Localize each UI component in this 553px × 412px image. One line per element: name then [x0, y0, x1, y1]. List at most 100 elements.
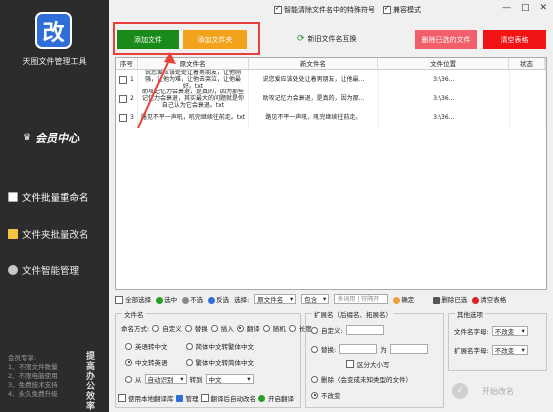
radio-zh-to-en[interactable]: [125, 358, 132, 366]
radio-ext-replace[interactable]: [311, 345, 318, 353]
cell-location: 3:\36...: [379, 89, 510, 108]
radio-trad-to-simp[interactable]: [185, 358, 193, 366]
cell-orig-name: 路见不平一声吼，吼完继续往前走。txt: [138, 108, 249, 127]
delete-selected-button[interactable]: 删除已选: [433, 294, 467, 304]
ext-replace-to-input[interactable]: [389, 344, 428, 354]
sidebar-item-smart-manage[interactable]: 文件智能管理: [8, 260, 108, 280]
row-checkbox[interactable]: [119, 113, 127, 122]
close-icon[interactable]: ✕: [539, 3, 547, 13]
radio-simp-to-trad[interactable]: [185, 342, 193, 350]
vip-center-button[interactable]: ♛ 会员中心: [23, 130, 79, 146]
row-checkbox[interactable]: [119, 94, 127, 103]
match-select[interactable]: 包含 ▾: [301, 294, 330, 304]
table-row[interactable]: 3 路见不平一声吼，吼完继续往前走。txt 路见不平一声吼，吼完继续往前走。 3…: [116, 108, 546, 127]
scope-select[interactable]: 原文件名 ▾: [254, 294, 297, 304]
slogan-char: 率: [86, 402, 96, 412]
radio-from[interactable]: [125, 375, 132, 383]
panel-title: 扩展名（后缀名、拓展名）: [312, 309, 394, 319]
cell-location: 3:\36...: [379, 108, 510, 127]
radio-insert[interactable]: [210, 324, 218, 332]
table-row[interactable]: 2 助攻记忆力会衰退，是真的，因为那些记忆力会衰退，其实最大的问题就是你自己认为…: [116, 89, 546, 108]
sidebar-item-folder-rename[interactable]: 文件夹批量改名: [8, 224, 108, 244]
case-sensitive-checkbox[interactable]: [346, 360, 354, 368]
sidebar: 改 天图文件管理工具 ♛ 会员中心 文件批量重命名 文件夹批量改名 文件智能管理…: [0, 0, 109, 412]
minimize-icon[interactable]: —: [502, 3, 511, 13]
clear-table-button[interactable]: 清空表格: [483, 30, 546, 49]
trash-icon: [433, 296, 441, 304]
chevron-down-icon: ▾: [323, 295, 327, 303]
maximize-icon[interactable]: □: [521, 3, 530, 13]
ext-case-row: 扩展名字母: 不改变 ▾: [454, 345, 528, 355]
checkbox-label: 全部选择: [125, 296, 152, 304]
checkbox-label: 翻译后自动改名: [210, 395, 257, 403]
table-row[interactable]: 1 说您爱应该处处让着男朋友，让他刚强，让他为难，让他去哭泣，让他最好。txt …: [116, 70, 546, 89]
mode-label: 命名方式:: [121, 325, 150, 333]
clear-special-chars-option[interactable]: 智能清除文件名中的特殊符号: [274, 4, 375, 15]
use-local-lib-checkbox[interactable]: [118, 394, 126, 402]
button-label: 选中: [164, 296, 178, 304]
open-translation-button[interactable]: 开启翻译: [268, 393, 294, 403]
translate-lang-row: 从 自动识别 ▾ 转到 中文 ▾: [125, 374, 254, 384]
confirm-button[interactable]: 确定: [393, 294, 414, 304]
option-label: 智能清除文件名中的特殊符号: [284, 6, 375, 14]
checkbox-checked[interactable]: [274, 4, 282, 14]
ext-custom-input[interactable]: [345, 325, 384, 335]
manage-button[interactable]: 管理: [186, 393, 199, 403]
add-folder-button[interactable]: 添加文件夹: [183, 30, 247, 49]
radio-ext-delete[interactable]: [311, 375, 318, 383]
radio-replace[interactable]: [184, 324, 192, 332]
start-label: 开始改名: [482, 386, 514, 396]
ext-delete-row: 删除（会变成未知类型的文件）: [311, 374, 412, 384]
vip-notes: 会员专享: 1、不限文件数量 2、不限电脑使用 3、免费技术支持 4、永久免费升…: [8, 354, 58, 399]
radio-length[interactable]: [288, 324, 296, 332]
chevron-down-icon: ▾: [180, 375, 184, 383]
clear-table-link[interactable]: 清空表格: [472, 294, 506, 304]
select-button[interactable]: 选中: [156, 294, 177, 304]
radio-ext-custom[interactable]: [311, 326, 318, 334]
row-no: 2: [130, 95, 134, 102]
radio-en-to-zh[interactable]: [125, 342, 132, 350]
delete-done-button[interactable]: 删除已选的文件: [415, 30, 477, 49]
logo-char: 改: [42, 20, 65, 46]
select-all-checkbox[interactable]: 全部选择: [115, 294, 151, 304]
name-case-select[interactable]: 不改变 ▾: [491, 326, 528, 336]
checkbox-checked[interactable]: [383, 4, 391, 14]
row-no: 1: [130, 76, 134, 83]
mode-row: 命名方式: 自定义 替换 插入 翻译 随机 长度: [121, 323, 312, 333]
compat-mode-option[interactable]: 兼容模式: [383, 4, 421, 15]
check-icon: [156, 296, 164, 304]
app-logo: 改: [35, 12, 72, 49]
ext-case-row: 区分大小写: [346, 359, 390, 369]
radio-ext-unchanged[interactable]: [311, 391, 318, 399]
start-rename-button[interactable]: ✓ 开始改名: [448, 376, 547, 406]
cell-new-name: 说您爱应该处处让着男朋友，让他最...: [249, 70, 379, 89]
radio-label: 繁体中文转简体中文: [195, 359, 255, 367]
ext-replace-from-input[interactable]: [339, 344, 378, 354]
cell-orig-name: 说您爱应该处处让着男朋友，让他刚强，让他为难，让他去哭泣，让他最好。txt: [138, 70, 249, 89]
to-lang-select[interactable]: 中文 ▾: [205, 374, 254, 384]
toggle-icon: [258, 394, 265, 402]
manage-icon: [8, 265, 18, 275]
pattern-input[interactable]: 多词用 | 符隔开: [334, 294, 389, 304]
swap-names-button[interactable]: ⟳ 新旧文件名互换: [297, 34, 357, 44]
from-lang-select[interactable]: 自动识别 ▾: [144, 374, 187, 384]
unselect-button[interactable]: 不选: [182, 294, 203, 304]
invert-button[interactable]: 反选: [208, 294, 229, 304]
radio-random[interactable]: [262, 324, 270, 332]
radio-translate[interactable]: [236, 324, 244, 332]
ext-case-select[interactable]: 不改变 ▾: [491, 345, 528, 355]
select-value: 中文: [208, 376, 222, 384]
row-checkbox[interactable]: [119, 75, 127, 84]
auto-rename-checkbox[interactable]: [200, 394, 209, 402]
add-file-button[interactable]: 添加文件: [117, 30, 179, 49]
cell-location: 3:\36...: [379, 70, 510, 89]
vip-note: 2、不限电脑使用: [8, 372, 58, 380]
chevron-down-icon: ▾: [247, 375, 251, 383]
sidebar-item-batch-rename[interactable]: 文件批量重命名: [8, 187, 108, 207]
cell-status: [510, 108, 546, 127]
radio-label: 删除（会变成未知类型的文件）: [321, 376, 412, 384]
sidebar-item-label: 文件批量重命名: [22, 193, 89, 204]
radio-custom[interactable]: [152, 324, 160, 332]
cell-new-name: 助攻记忆力会衰退，是真的，因为那...: [249, 89, 379, 108]
checkbox[interactable]: [115, 296, 123, 304]
